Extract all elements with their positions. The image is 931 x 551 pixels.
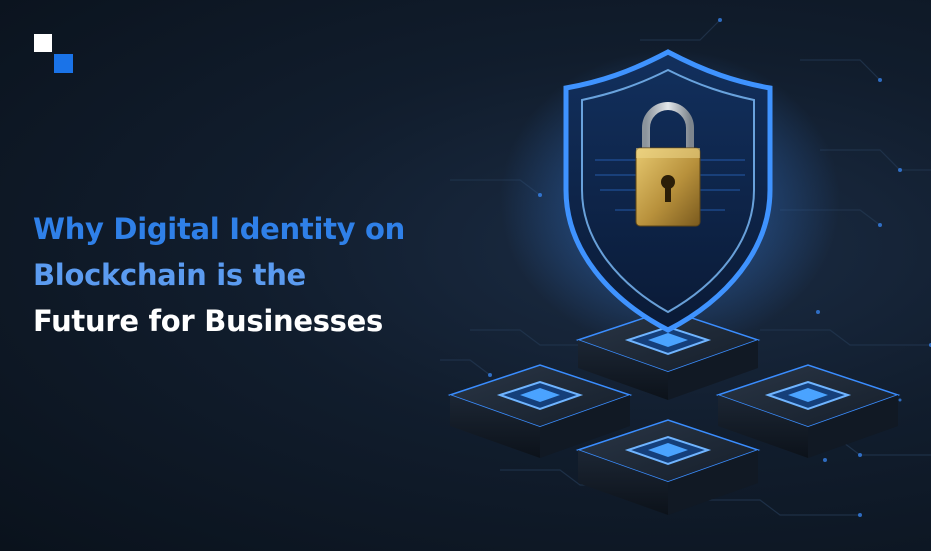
headline-line-2: Blockchain is the bbox=[33, 258, 306, 292]
blockchain-node-icon bbox=[447, 309, 901, 515]
headline: Why Digital Identity on Blockchain is th… bbox=[33, 206, 453, 344]
banner: Why Digital Identity on Blockchain is th… bbox=[0, 0, 931, 551]
headline-line-3: Future for Businesses bbox=[33, 304, 383, 338]
headline-line-1: Why Digital Identity on bbox=[33, 212, 406, 246]
